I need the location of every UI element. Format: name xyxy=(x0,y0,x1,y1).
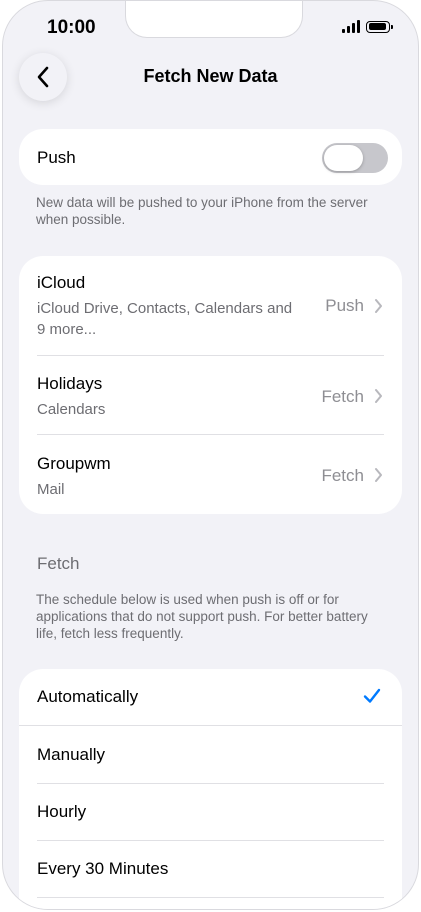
account-detail: Mail xyxy=(37,481,65,498)
account-mode: Fetch xyxy=(321,466,364,485)
dynamic-island-notch xyxy=(125,1,303,38)
account-name: iCloud xyxy=(37,273,86,292)
account-row-icloud[interactable]: iCloud iCloud Drive, Contacts, Calendars… xyxy=(19,256,402,355)
push-label: Push xyxy=(37,148,76,167)
account-name: Holidays xyxy=(37,374,103,393)
chevron-right-icon xyxy=(375,468,382,482)
chevron-right-icon xyxy=(375,389,382,403)
option-label: Manually xyxy=(37,745,106,764)
account-mode: Push xyxy=(325,296,364,315)
fetch-section-header: Fetch xyxy=(37,554,80,573)
account-detail-more: 9 more... xyxy=(37,321,97,338)
account-row-holidays[interactable]: Holidays Calendars Fetch xyxy=(19,356,402,434)
account-mode: Fetch xyxy=(321,387,364,406)
row-divider xyxy=(37,897,384,898)
option-label: Every 30 Minutes xyxy=(37,859,169,878)
fetch-options-list: Automatically Manually Hourly Every 30 M… xyxy=(19,669,402,909)
option-label: Automatically xyxy=(37,687,139,706)
cellular-signal-icon xyxy=(342,20,360,33)
phone-frame: 10:00 Fetch New Data Push New data will … xyxy=(2,0,419,910)
battery-icon xyxy=(366,20,393,33)
fetch-footnote: The schedule below is used when push is … xyxy=(36,592,368,641)
option-label: Hourly xyxy=(37,802,87,821)
account-row-groupwm[interactable]: Groupwm Mail Fetch xyxy=(19,435,402,514)
status-icons xyxy=(342,20,393,33)
checkmark-icon xyxy=(363,688,381,703)
page-title: Fetch New Data xyxy=(143,66,278,86)
push-toggle[interactable] xyxy=(322,143,388,173)
fetch-option-every-30-minutes[interactable]: Every 30 Minutes xyxy=(19,841,402,897)
accounts-list: iCloud iCloud Drive, Contacts, Calendars… xyxy=(19,256,402,514)
account-detail: iCloud Drive, Contacts, Calendars and xyxy=(37,300,293,317)
account-name: Groupwm xyxy=(37,454,111,473)
fetch-option-hourly[interactable]: Hourly xyxy=(19,784,402,840)
status-time: 10:00 xyxy=(47,17,96,38)
push-footnote: New data will be pushed to your iPhone f… xyxy=(36,195,368,227)
chevron-right-icon xyxy=(375,299,382,313)
account-detail: Calendars xyxy=(37,401,106,418)
fetch-option-manually[interactable]: Manually xyxy=(19,727,402,783)
push-card: Push xyxy=(19,129,402,185)
row-divider xyxy=(19,725,402,726)
toggle-knob xyxy=(324,145,363,171)
fetch-option-automatically[interactable]: Automatically xyxy=(19,669,402,725)
